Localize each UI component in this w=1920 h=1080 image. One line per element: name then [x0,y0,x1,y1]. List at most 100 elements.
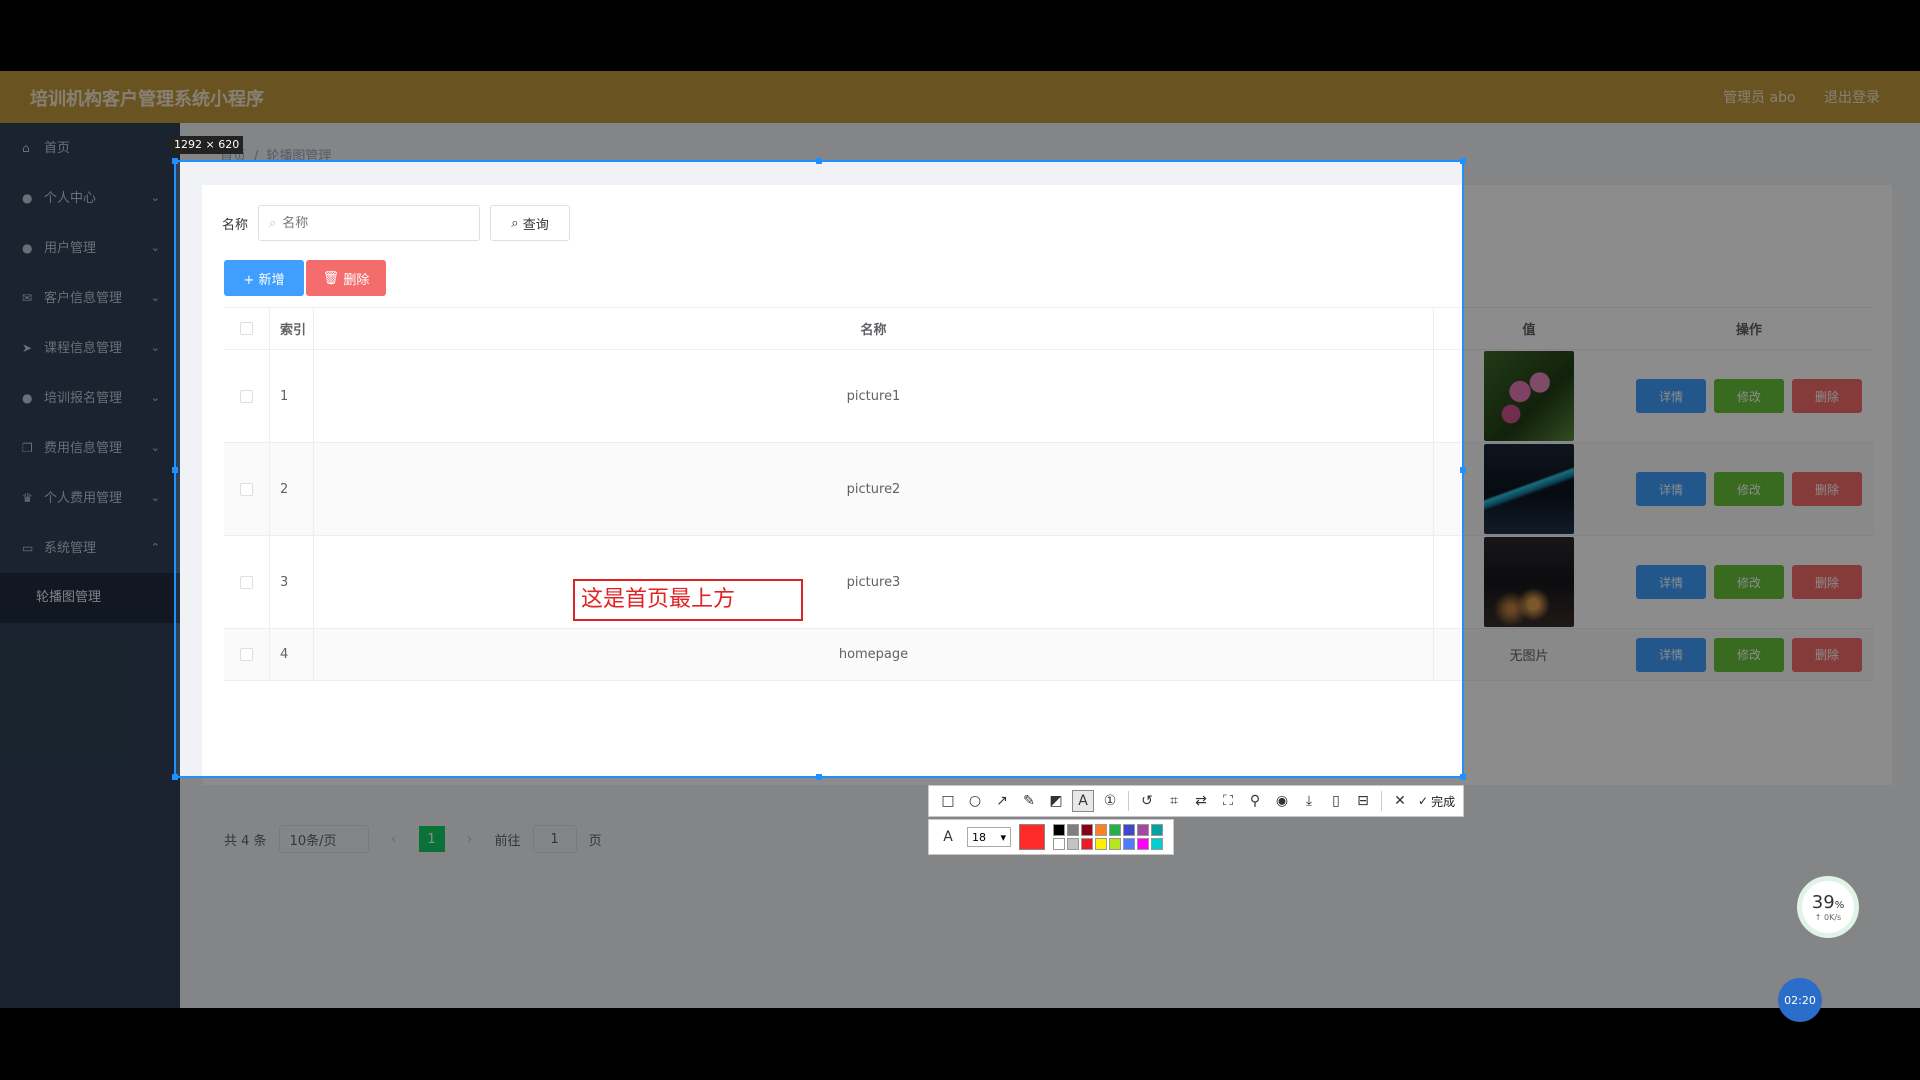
sidebar-item-personal-fees[interactable]: ♛ 个人费用管理 ⌄ [0,473,180,523]
color-swatch[interactable] [1081,824,1093,836]
sidebar-subitem-carousel[interactable]: 轮播图管理 [0,573,180,623]
detail-button[interactable]: 详情 [1636,637,1706,672]
goto-input[interactable]: 1 [532,825,577,853]
bridge-image [1484,444,1574,534]
annotation-text-box[interactable]: 这是首页最上方 [573,579,803,621]
ocr-icon[interactable]: ⌗ [1163,790,1185,812]
detail-button[interactable]: 详情 [1636,565,1706,599]
phone-icon[interactable]: ▯ [1325,790,1347,812]
current-color-swatch[interactable] [1019,824,1045,850]
close-icon[interactable]: ✕ [1389,790,1411,812]
color-swatch[interactable] [1137,824,1149,836]
color-swatch[interactable] [1123,838,1135,850]
sidebar-item-label: 个人中心 [44,191,97,206]
page-size-select[interactable]: 10条/页 [278,825,369,853]
translate-icon[interactable]: ⇄ [1190,790,1212,812]
rectangle-icon[interactable]: □ [937,790,959,812]
color-swatch[interactable] [1081,838,1093,850]
trash-icon: 🗑 [322,270,344,286]
table-row: 3 picture3 详情 修改 删除 [224,536,1874,629]
delete-button[interactable]: 删除 [1792,637,1862,672]
color-swatch[interactable] [1095,838,1107,850]
sidebar-item-customers[interactable]: ✉ 客户信息管理 ⌄ [0,273,180,323]
record-icon[interactable]: ◉ [1271,790,1293,812]
font-size-select[interactable]: 18 ▾ [967,827,1011,847]
add-button[interactable]: + 新增 [224,260,304,296]
check-icon: ✓ [1418,794,1429,808]
detail-button[interactable]: 详情 [1636,472,1706,506]
download-icon[interactable]: ⤓ [1298,790,1320,812]
sidebar-item-home[interactable]: ⌂ 首页 [0,123,180,173]
next-page-icon[interactable]: › [457,826,483,852]
floating-clock[interactable]: 02:20 [1778,978,1822,1022]
row-index: 3 [269,536,314,628]
row-checkbox[interactable] [240,575,253,589]
logout-link[interactable]: 退出登录 [1824,90,1880,106]
text-icon[interactable]: A [1072,790,1094,812]
text-properties-bar: A 18 ▾ [928,819,1174,855]
edit-button[interactable]: 修改 [1714,565,1784,599]
color-swatch[interactable] [1151,824,1163,836]
undo-icon[interactable]: ↺ [1136,790,1158,812]
search-input[interactable] [282,215,463,231]
query-button[interactable]: ⌕ 查询 [490,205,571,241]
font-icon: A [943,829,953,845]
app-header: 培训机构客户管理系统小程序 管理员 abo 退出登录 [0,71,1920,123]
color-swatch[interactable] [1137,838,1149,850]
cpu-percent: 39% [1812,892,1844,913]
edit-button[interactable]: 修改 [1714,379,1784,413]
color-swatch[interactable] [1053,838,1065,850]
chevron-up-icon: ⌃ [150,541,160,554]
select-all-checkbox[interactable] [240,322,253,335]
sidebar-item-enrollment[interactable]: ● 培训报名管理 ⌄ [0,373,180,423]
page-number[interactable]: 1 [418,826,445,852]
bookmark-icon[interactable]: ⊟ [1352,790,1374,812]
sidebar-item-profile[interactable]: ● 个人中心 ⌄ [0,173,180,223]
font-size-value: 18 [972,830,986,844]
color-swatch[interactable] [1151,838,1163,850]
app-page: 培训机构客户管理系统小程序 管理员 abo 退出登录 ⌂ 首页 ● 个人中心 ⌄ ● 用… [0,71,1920,1008]
pin-icon[interactable]: ⚲ [1244,790,1266,812]
row-name: homepage [314,629,1434,680]
filter-bar: 名称 ⌕ ⌕ 查询 [222,205,571,241]
cpu-percent-value: 39 [1811,892,1835,913]
arrow-icon[interactable]: ↗ [991,790,1013,812]
toolbar-divider [1128,791,1129,811]
color-swatch[interactable] [1109,824,1121,836]
done-button[interactable]: ✓ 完成 [1418,793,1455,810]
row-checkbox[interactable] [240,482,253,496]
color-swatch[interactable] [1109,838,1121,850]
color-swatch[interactable] [1067,838,1079,850]
color-swatch[interactable] [1067,824,1079,836]
delete-button[interactable]: 删除 [1792,472,1862,506]
sidebar-item-system[interactable]: ▭ 系统管理 ⌃ [0,523,180,573]
batch-delete-button[interactable]: 🗑 删除 [306,260,386,296]
long-screenshot-icon[interactable]: ⛶ [1217,790,1239,812]
row-checkbox[interactable] [240,648,253,661]
chevron-down-icon: ⌄ [150,491,160,504]
edit-button[interactable]: 修改 [1714,472,1784,506]
sidebar-item-label: 课程信息管理 [44,341,123,356]
color-swatch[interactable] [1123,824,1135,836]
sidebar-item-fees[interactable]: ❐ 费用信息管理 ⌄ [0,423,180,473]
number-icon[interactable]: ① [1099,790,1121,812]
network-speed-widget[interactable]: 39% ↑ 0K/s [1797,876,1859,938]
header-value: 值 [1522,323,1536,338]
edit-button[interactable]: 修改 [1714,637,1784,672]
row-checkbox[interactable] [240,389,253,403]
detail-button[interactable]: 详情 [1636,379,1706,413]
pencil-icon[interactable]: ✎ [1018,790,1040,812]
delete-button[interactable]: 删除 [1792,379,1862,413]
color-swatch[interactable] [1095,824,1107,836]
sidebar-item-courses[interactable]: ➤ 课程信息管理 ⌄ [0,323,180,373]
ellipse-icon[interactable]: ○ [964,790,986,812]
header-index: 索引 [269,308,314,349]
color-swatch[interactable] [1053,824,1065,836]
sidebar-item-users[interactable]: ● 用户管理 ⌄ [0,223,180,273]
prev-page-icon[interactable]: ‹ [381,826,407,852]
mosaic-icon[interactable]: ◩ [1045,790,1067,812]
chevron-down-icon: ⌄ [150,291,160,304]
delete-button[interactable]: 删除 [1792,565,1862,599]
sidebar-item-label: 个人费用管理 [44,491,123,506]
search-icon: ⌕ [511,215,523,231]
